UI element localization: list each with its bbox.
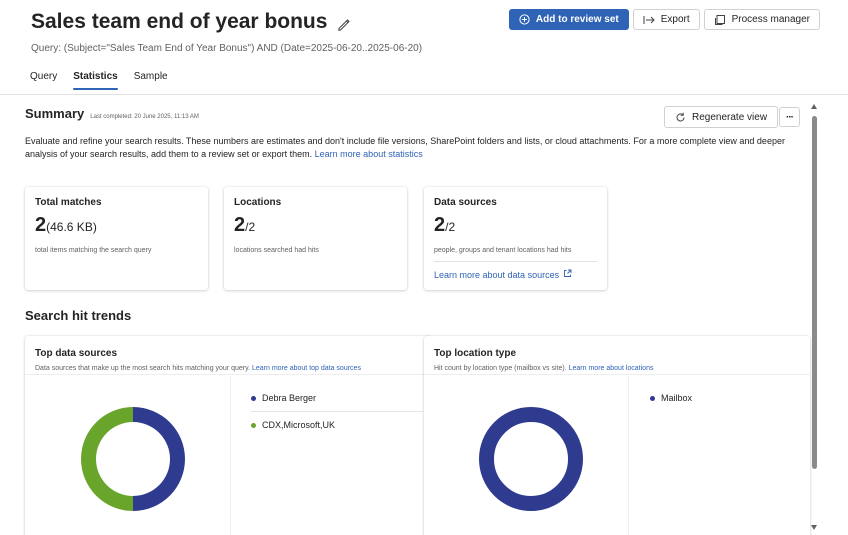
legend-dot [251,422,256,428]
open-in-new-icon [563,269,572,280]
learn-more-locations-link[interactable]: Learn more about locations [569,365,654,372]
total-matches-value-row: 2 (46.6 KB) [35,214,198,237]
tab-query[interactable]: Query [30,69,57,88]
total-matches-caption: total items matching the search query [35,247,152,254]
process-manager-label: Process manager [731,14,810,25]
learn-more-data-sources-link[interactable]: Learn more about data sources [434,269,597,280]
locations-caption: locations searched had hits [234,247,319,254]
top-data-sources-title: Top data sources [35,348,118,359]
add-to-review-set-button[interactable]: Add to review set [508,9,629,30]
legend-dot [251,395,256,401]
more-options-button[interactable]: ··· [779,107,800,127]
legend-item[interactable]: CDX,Microsoft,UK [251,412,423,438]
query-text: Query: (Subject="Sales Team End of Year … [31,43,423,54]
summary-title: Summary [25,106,85,121]
locations-label: Locations [234,197,282,208]
data-sources-total: /2 [445,220,456,234]
process-manager-button[interactable]: Process manager [703,9,820,30]
top-data-sources-legend: Debra Berger CDX,Microsoft,UK [251,385,423,438]
export-arrow-icon [643,15,655,25]
donut-slice-mailbox[interactable] [479,407,583,511]
scroll-up-arrow-icon[interactable] [811,104,817,109]
legend-label: Mailbox [661,393,693,403]
edit-pencil-icon[interactable] [337,14,353,31]
more-icon: ··· [786,111,794,123]
tab-sample[interactable]: Sample [134,69,168,88]
locations-value: 2 [234,214,246,236]
data-sources-caption: people, groups and tenant locations had … [434,247,572,254]
top-location-type-chart-divider [628,376,629,535]
total-matches-size: (46.6 KB) [46,220,97,234]
top-location-type-donut-chart [479,407,583,511]
legend-dot [650,395,655,401]
tab-statistics[interactable]: Statistics [73,69,119,90]
top-data-sources-card: Top data sources Data sources that make … [25,336,431,535]
summary-header: Summary Last completed: 20 June 2025, 11… [25,106,199,121]
regenerate-view-label: Regenerate view [692,111,768,123]
learn-more-statistics-link[interactable]: Learn more about statistics [315,149,423,159]
legend-item[interactable]: Debra Berger [251,385,423,411]
data-sources-card: Data sources 2 /2 people, groups and ten… [424,187,607,290]
top-location-type-divider [424,374,810,375]
vertical-scrollbar[interactable] [810,102,820,535]
process-manager-icon [714,14,726,26]
total-matches-card: Total matches 2 (46.6 KB) total items ma… [25,187,208,290]
data-sources-value: 2 [434,214,446,236]
top-data-sources-description-text: Data sources that make up the most searc… [35,365,251,372]
data-sources-separator [434,261,597,262]
top-data-sources-description: Data sources that make up the most searc… [35,365,361,372]
top-data-sources-divider [25,374,431,375]
locations-value-row: 2 /2 [234,214,397,237]
locations-card: Locations 2 /2 locations searched had hi… [224,187,407,290]
top-location-type-description: Hit count by location type (mailbox vs s… [434,365,653,372]
summary-description: Evaluate and refine your search results.… [25,135,795,161]
top-data-sources-chart-divider [230,376,231,535]
scroll-down-arrow-icon[interactable] [811,525,817,530]
total-matches-value: 2 [35,214,47,236]
learn-more-top-data-sources-link[interactable]: Learn more about top data sources [252,365,361,372]
last-completed-text: Last completed: 20 June 2025, 11:13 AM [90,114,199,120]
donut-slice-debra-berger[interactable] [133,407,185,511]
header-actions: Add to review set Export Process manager [508,9,820,30]
refresh-icon [675,112,686,123]
export-label: Export [660,14,690,25]
legend-label: CDX,Microsoft,UK [262,420,336,430]
data-sources-value-row: 2 /2 [434,214,597,237]
header-divider [0,94,848,95]
learn-more-data-sources-label: Learn more about data sources [434,269,560,280]
donut-slice-cdx-microsoft-uk[interactable] [81,407,133,511]
scrollbar-thumb[interactable] [812,116,817,469]
locations-total: /2 [245,220,256,234]
add-to-review-set-label: Add to review set [535,14,619,25]
export-button[interactable]: Export [632,9,700,30]
data-sources-label: Data sources [434,197,497,208]
tab-bar: Query Statistics Sample [30,69,184,90]
search-hit-trends-title: Search hit trends [25,308,132,323]
top-location-type-title: Top location type [434,348,517,359]
top-location-type-description-text: Hit count by location type (mailbox vs s… [434,365,567,372]
regenerate-view-button[interactable]: Regenerate view [664,106,779,128]
legend-item[interactable]: Mailbox [650,385,692,411]
top-location-type-legend: Mailbox [650,385,692,411]
plus-circle-icon [519,14,530,25]
top-location-type-card: Top location type Hit count by location … [424,336,810,535]
total-matches-label: Total matches [35,197,102,208]
legend-label: Debra Berger [262,393,317,403]
page-title-row: Sales team end of year bonus [31,10,353,34]
page-title: Sales team end of year bonus [31,10,328,33]
top-data-sources-donut-chart [81,407,185,511]
